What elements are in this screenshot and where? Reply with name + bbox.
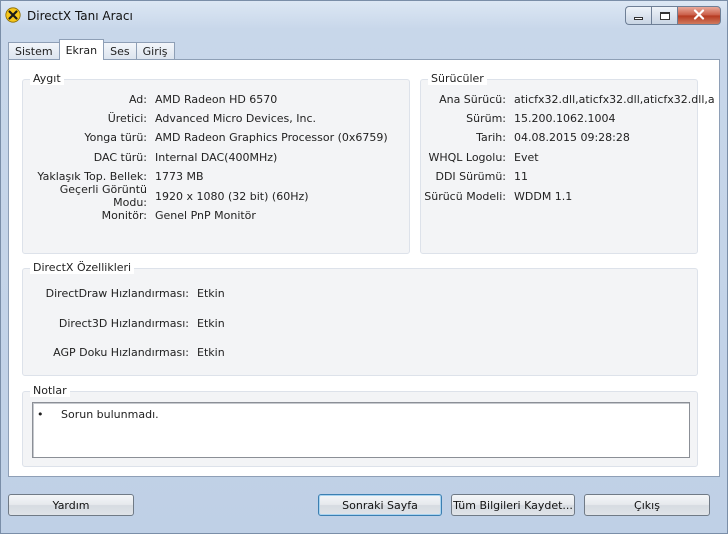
window-title: DirectX Tanı Aracı [27, 9, 133, 23]
driver-row-whql: WHQL Logolu: Evet [421, 150, 539, 164]
driver-row-ddi: DDI Sürümü: 11 [421, 169, 528, 183]
feature-row-directdraw: DirectDraw Hızlandırması: Etkin [23, 286, 225, 300]
directx-features-title: DirectX Özellikleri [30, 261, 135, 274]
driver-version-value: 15.200.1062.1004 [514, 111, 616, 125]
save-all-info-button[interactable]: Tüm Bilgileri Kaydet... [451, 494, 575, 516]
driver-model-value: WDDM 1.1 [514, 189, 573, 203]
feature-row-agp: AGP Doku Hızlandırması: Etkin [23, 345, 225, 359]
device-memory-value: 1773 MB [155, 169, 204, 183]
notes-list-item: • Sorun bulunmadı. [37, 408, 159, 421]
notes-group: Notlar • Sorun bulunmadı. [22, 384, 698, 467]
device-group: Aygıt Ad: AMD Radeon HD 6570 Üretici: Ad… [22, 72, 410, 254]
ekran-tab-panel: Aygıt Ad: AMD Radeon HD 6570 Üretici: Ad… [8, 59, 720, 477]
device-row-chip-type: Yonga türü: AMD Radeon Graphics Processo… [23, 130, 388, 144]
driver-row-main: Ana Sürücü: aticfx32.dll,aticfx32.dll,at… [421, 92, 715, 106]
driver-whql-label: WHQL Logolu: [428, 150, 506, 164]
maximize-button[interactable] [651, 6, 677, 25]
device-dac-type-value: Internal DAC(400MHz) [155, 150, 278, 164]
device-display-mode-value: 1920 x 1080 (32 bit) (60Hz) [155, 189, 309, 203]
drivers-group-title: Sürücüler [428, 72, 487, 85]
driver-ddi-label: DDI Sürümü: [435, 169, 506, 183]
device-manufacturer-value: Advanced Micro Devices, Inc. [155, 111, 317, 125]
device-memory-label: Yaklaşık Top. Bellek: [37, 169, 147, 183]
next-page-button[interactable]: Sonraki Sayfa [318, 494, 442, 516]
tab-strip: Sistem Ekran Ses Giriş [8, 39, 175, 60]
notes-group-title: Notlar [30, 384, 70, 397]
tab-ekran[interactable]: Ekran [58, 39, 105, 60]
feature-directdraw-label: DirectDraw Hızlandırması: [45, 286, 189, 300]
driver-main-label: Ana Sürücü: [439, 92, 506, 106]
maximize-icon [659, 11, 670, 20]
device-name-label: Ad: [128, 92, 147, 106]
driver-row-date: Tarih: 04.08.2015 09:28:28 [421, 130, 630, 144]
feature-direct3d-label: Direct3D Hızlandırması: [58, 316, 189, 330]
device-row-memory: Yaklaşık Top. Bellek: 1773 MB [23, 169, 204, 183]
directx-x-icon [5, 7, 21, 23]
device-row-name: Ad: AMD Radeon HD 6570 [23, 92, 277, 106]
driver-row-model: Sürücü Modeli: WDDM 1.1 [421, 189, 572, 203]
feature-agp-value: Etkin [197, 345, 225, 359]
device-chip-type-value: AMD Radeon Graphics Processor (0x6759) [155, 130, 388, 144]
device-monitor-value: Genel PnP Monitör [155, 208, 256, 222]
directx-features-group: DirectX Özellikleri DirectDraw Hızlandır… [22, 261, 698, 376]
close-button[interactable] [677, 6, 721, 25]
feature-agp-label: AGP Doku Hızlandırması: [53, 345, 189, 359]
driver-ddi-value: 11 [514, 169, 528, 183]
tab-sistem[interactable]: Sistem [8, 42, 60, 60]
driver-date-label: Tarih: [476, 130, 506, 144]
title-bar[interactable]: DirectX Tanı Aracı [1, 1, 727, 31]
device-chip-type-label: Yonga türü: [84, 130, 147, 144]
close-icon [693, 8, 705, 23]
driver-date-value: 04.08.2015 09:28:28 [514, 130, 630, 144]
minimize-button[interactable] [625, 6, 651, 25]
driver-version-label: Sürüm: [466, 111, 506, 125]
driver-model-label: Sürücü Modeli: [424, 189, 506, 203]
device-dac-type-label: DAC türü: [93, 150, 147, 164]
feature-direct3d-value: Etkin [197, 316, 225, 330]
device-display-mode-label: Geçerli Görüntü Modu: [59, 183, 147, 209]
device-name-value: AMD Radeon HD 6570 [155, 92, 278, 106]
device-group-title: Aygıt [30, 72, 64, 85]
feature-directdraw-value: Etkin [197, 286, 225, 300]
device-monitor-label: Monitör: [101, 208, 147, 222]
tab-giris[interactable]: Giriş [135, 42, 175, 60]
device-row-monitor: Monitör: Genel PnP Monitör [23, 208, 256, 222]
device-row-dac-type: DAC türü: Internal DAC(400MHz) [23, 150, 278, 164]
tab-ses[interactable]: Ses [103, 42, 137, 60]
notes-item-text: Sorun bulunmadı. [61, 408, 159, 421]
notes-bullet: • [37, 408, 44, 421]
minimize-icon [634, 17, 643, 20]
exit-button[interactable]: Çıkış [584, 494, 710, 516]
drivers-group: Sürücüler Ana Sürücü: aticfx32.dll,aticf… [420, 72, 715, 254]
driver-main-value: aticfx32.dll,aticfx32.dll,aticfx32.dll,a [514, 92, 715, 106]
device-row-manufacturer: Üretici: Advanced Micro Devices, Inc. [23, 111, 316, 125]
help-button[interactable]: Yardım [8, 494, 134, 516]
device-manufacturer-label: Üretici: [107, 111, 147, 125]
caption-buttons [625, 6, 721, 26]
feature-row-direct3d: Direct3D Hızlandırması: Etkin [23, 316, 225, 330]
notes-textbox[interactable]: • Sorun bulunmadı. [32, 402, 690, 458]
dxdiag-window: DirectX Tanı Aracı Sistem Ekran Ses Giri… [0, 0, 728, 534]
device-row-display-mode: Geçerli Görüntü Modu: 1920 x 1080 (32 bi… [23, 183, 309, 209]
driver-whql-value: Evet [514, 150, 539, 164]
driver-row-version: Sürüm: 15.200.1062.1004 [421, 111, 615, 125]
